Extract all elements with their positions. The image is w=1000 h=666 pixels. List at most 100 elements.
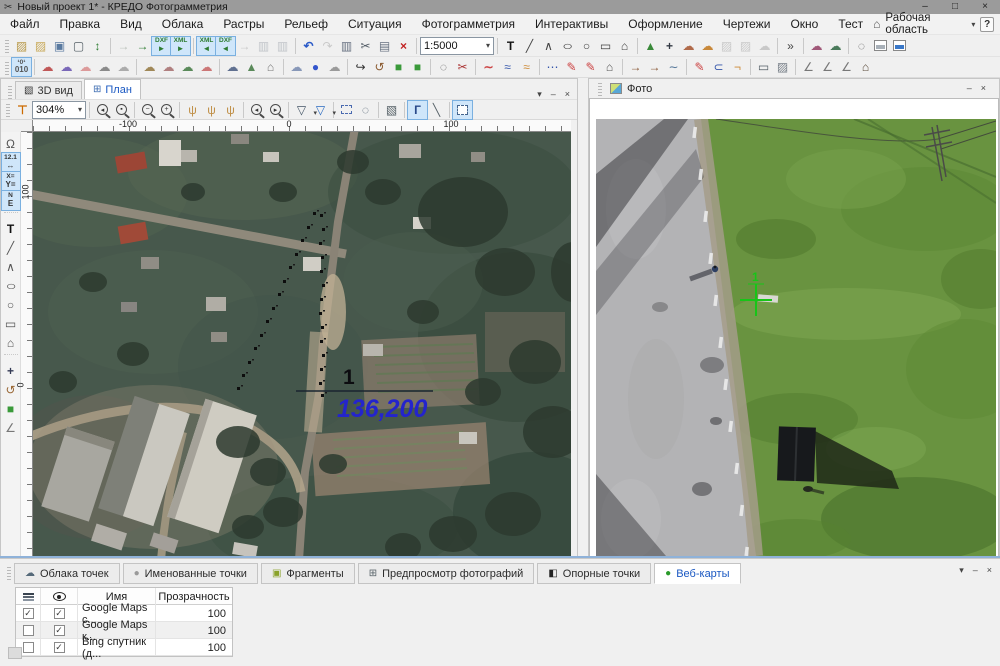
- export-dxf-button[interactable]: DXF►: [152, 37, 171, 55]
- menu-item-12[interactable]: Тест: [828, 14, 873, 35]
- ortho-corner-button[interactable]: Г: [408, 101, 427, 119]
- link-node-button[interactable]: ∠: [799, 58, 818, 76]
- line-button[interactable]: ╱: [520, 37, 539, 55]
- binary-encode-button[interactable]: ¹0¹010: [12, 58, 31, 76]
- dock-close-button[interactable]: ×: [987, 565, 992, 576]
- trajectory-add-button[interactable]: ↪: [351, 58, 370, 76]
- import-gray-button[interactable]: →: [235, 37, 254, 55]
- dots-button[interactable]: ⋯: [543, 58, 562, 76]
- circle-tool[interactable]: ○: [2, 295, 20, 314]
- contour-button[interactable]: ◌: [434, 58, 453, 76]
- cloud-fill-button[interactable]: ☁: [76, 58, 95, 76]
- export-xml-button[interactable]: XML►: [171, 37, 190, 55]
- pencil-button[interactable]: ✎: [562, 58, 581, 76]
- help-button[interactable]: ?: [980, 17, 994, 32]
- dock-tab-0[interactable]: ☁Облака точек: [14, 563, 120, 584]
- import-xml-button[interactable]: XML◄: [197, 37, 216, 55]
- cloud-mark2-button[interactable]: ☁: [159, 58, 178, 76]
- select-lasso-button[interactable]: ◌: [356, 101, 375, 119]
- zoom-in-button[interactable]: +: [157, 101, 176, 119]
- grid-plot-tool[interactable]: ■: [2, 399, 20, 418]
- layer-column-header[interactable]: [16, 588, 41, 605]
- redo-button[interactable]: ↷: [318, 37, 337, 55]
- measure-distance-tool[interactable]: 12.1↔: [2, 153, 20, 172]
- select-rect-button[interactable]: [337, 101, 356, 119]
- layer-checkbox[interactable]: [23, 642, 34, 653]
- measure-angle-tool[interactable]: Ω: [2, 134, 20, 153]
- coords-tool[interactable]: X=Y=: [2, 172, 20, 191]
- node-edit-tool[interactable]: ∠: [2, 418, 20, 437]
- step-button[interactable]: ¬: [728, 58, 747, 76]
- dock-tab-5[interactable]: ●Веб-карты: [654, 563, 740, 584]
- zoom-next-button[interactable]: ▸: [266, 101, 285, 119]
- grid-button[interactable]: ■: [408, 58, 427, 76]
- tab-3d-view[interactable]: ▧ 3D вид: [15, 81, 82, 99]
- dock-tab-2[interactable]: ▣Фрагменты: [261, 563, 355, 584]
- frame-expand-button[interactable]: ▭: [754, 58, 773, 76]
- rect-tool[interactable]: ▭: [2, 314, 20, 333]
- zoom-initial-button[interactable]: ◂: [93, 101, 112, 119]
- circle-button[interactable]: ○: [577, 37, 596, 55]
- import-button[interactable]: →: [114, 37, 133, 55]
- wave-button[interactable]: ∼: [664, 58, 683, 76]
- text-tool[interactable]: T: [2, 219, 20, 238]
- cloud-web-button[interactable]: ☁: [287, 58, 306, 76]
- menu-item-2[interactable]: Вид: [110, 14, 152, 35]
- menu-item-1[interactable]: Правка: [50, 14, 111, 35]
- frame-raster-button[interactable]: ▨: [773, 58, 792, 76]
- menu-item-10[interactable]: Чертежи: [713, 14, 781, 35]
- delete-button[interactable]: ×: [394, 37, 413, 55]
- cloud-simple-button[interactable]: ☁: [325, 58, 344, 76]
- menu-item-9[interactable]: Оформление: [618, 14, 712, 35]
- menu-item-8[interactable]: Интерактивы: [525, 14, 618, 35]
- link-node2-button[interactable]: ∠: [818, 58, 837, 76]
- point-add-tool[interactable]: +: [2, 361, 20, 380]
- home-icon[interactable]: ⌂: [873, 17, 880, 31]
- cloud-relief-button[interactable]: ▲: [242, 58, 261, 76]
- dock-tab-1[interactable]: ●Именованные точки: [123, 563, 258, 584]
- line-tool[interactable]: ╱: [2, 238, 20, 257]
- tab-plan[interactable]: ⊞ План: [84, 79, 141, 99]
- cloud-vegetation-button[interactable]: ☁: [178, 58, 197, 76]
- cloud-color-button[interactable]: ☁: [38, 58, 57, 76]
- panel-bottom-active-button[interactable]: [890, 37, 909, 55]
- open-project-button[interactable]: ▨: [31, 37, 50, 55]
- raster-crop-button[interactable]: ▨: [736, 37, 755, 55]
- photo-close-button[interactable]: ×: [981, 84, 986, 93]
- zoom-window-button[interactable]: ▪: [112, 101, 131, 119]
- save-button[interactable]: ▣: [50, 37, 69, 55]
- spline-tool[interactable]: ∧: [2, 257, 20, 276]
- panel-grip[interactable]: [8, 84, 12, 99]
- cloud-outline-button[interactable]: ☁: [95, 58, 114, 76]
- pan-button[interactable]: ψ: [183, 101, 202, 119]
- ne-axes-tool[interactable]: NE: [2, 191, 20, 210]
- plan-menu-button[interactable]: ▾: [537, 90, 542, 99]
- point-add-button[interactable]: +: [660, 37, 679, 55]
- fit-vertical-button[interactable]: ↕: [88, 37, 107, 55]
- polygon-edit-button[interactable]: ⌂: [600, 58, 619, 76]
- menu-item-0[interactable]: Файл: [0, 14, 50, 35]
- comment-button[interactable]: ◌: [852, 37, 871, 55]
- import-dxf-button[interactable]: DXF◄: [216, 37, 235, 55]
- cloud-building-button[interactable]: ⌂: [261, 58, 280, 76]
- menu-item-7[interactable]: Фотограмметрия: [412, 14, 525, 35]
- visibility-checkbox[interactable]: ✓: [54, 625, 65, 636]
- rect-button[interactable]: ▭: [596, 37, 615, 55]
- filter-add-button[interactable]: ▽▾: [311, 101, 330, 119]
- copy-fragment-button[interactable]: ▥: [254, 37, 273, 55]
- cloud-import-button[interactable]: ☁: [698, 37, 717, 55]
- photo-minimize-button[interactable]: –: [967, 84, 972, 93]
- arc-button[interactable]: ⊂: [709, 58, 728, 76]
- raster-button[interactable]: ▨: [717, 37, 736, 55]
- copy-button[interactable]: ▥: [337, 37, 356, 55]
- dock-menu-button[interactable]: ▾: [959, 565, 964, 576]
- opacity-column-header[interactable]: Прозрачность: [156, 588, 232, 605]
- scale-select[interactable]: 1:5000▾: [420, 37, 494, 55]
- polyline-z-button[interactable]: ∼: [479, 58, 498, 76]
- cloud-save-button[interactable]: ☁: [679, 37, 698, 55]
- layer-name-cell[interactable]: Bing спутник (д...: [78, 639, 156, 656]
- visibility-column-header[interactable]: [41, 588, 78, 605]
- cloud-terrain-button[interactable]: ☁: [826, 37, 845, 55]
- house-dark-button[interactable]: ⌂: [856, 58, 875, 76]
- save-frame-button[interactable]: ▢: [69, 37, 88, 55]
